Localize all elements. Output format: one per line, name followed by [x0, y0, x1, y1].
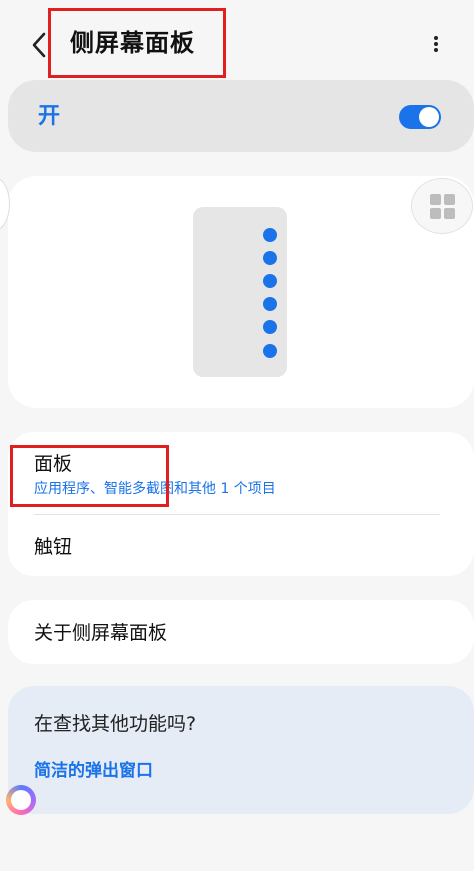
- master-toggle-label: 开: [38, 104, 61, 129]
- more-options-icon[interactable]: [426, 30, 446, 58]
- handle-item-title: 触钮: [34, 536, 73, 558]
- app-dot: [263, 320, 277, 334]
- edge-panel-preview: [193, 207, 287, 377]
- suggestion-title: 在查找其他功能吗?: [34, 713, 197, 735]
- app-dot: [263, 344, 277, 358]
- app-dot: [263, 228, 277, 242]
- handle-item[interactable]: [8, 515, 474, 576]
- app-dot: [263, 251, 277, 265]
- app-dot: [263, 297, 277, 311]
- grid-icon[interactable]: [411, 178, 473, 234]
- switch-knob: [419, 107, 439, 127]
- master-toggle-switch[interactable]: [399, 105, 441, 129]
- suggestion-card: [8, 686, 474, 814]
- about-item-title: 关于侧屏幕面板: [34, 622, 168, 644]
- assistant-bubble-icon[interactable]: [6, 785, 36, 815]
- app-dot: [263, 274, 277, 288]
- panels-highlight-box: [10, 445, 169, 507]
- popup-view-link[interactable]: 简洁的弹出窗口: [34, 760, 153, 782]
- title-highlight-box: [48, 8, 226, 78]
